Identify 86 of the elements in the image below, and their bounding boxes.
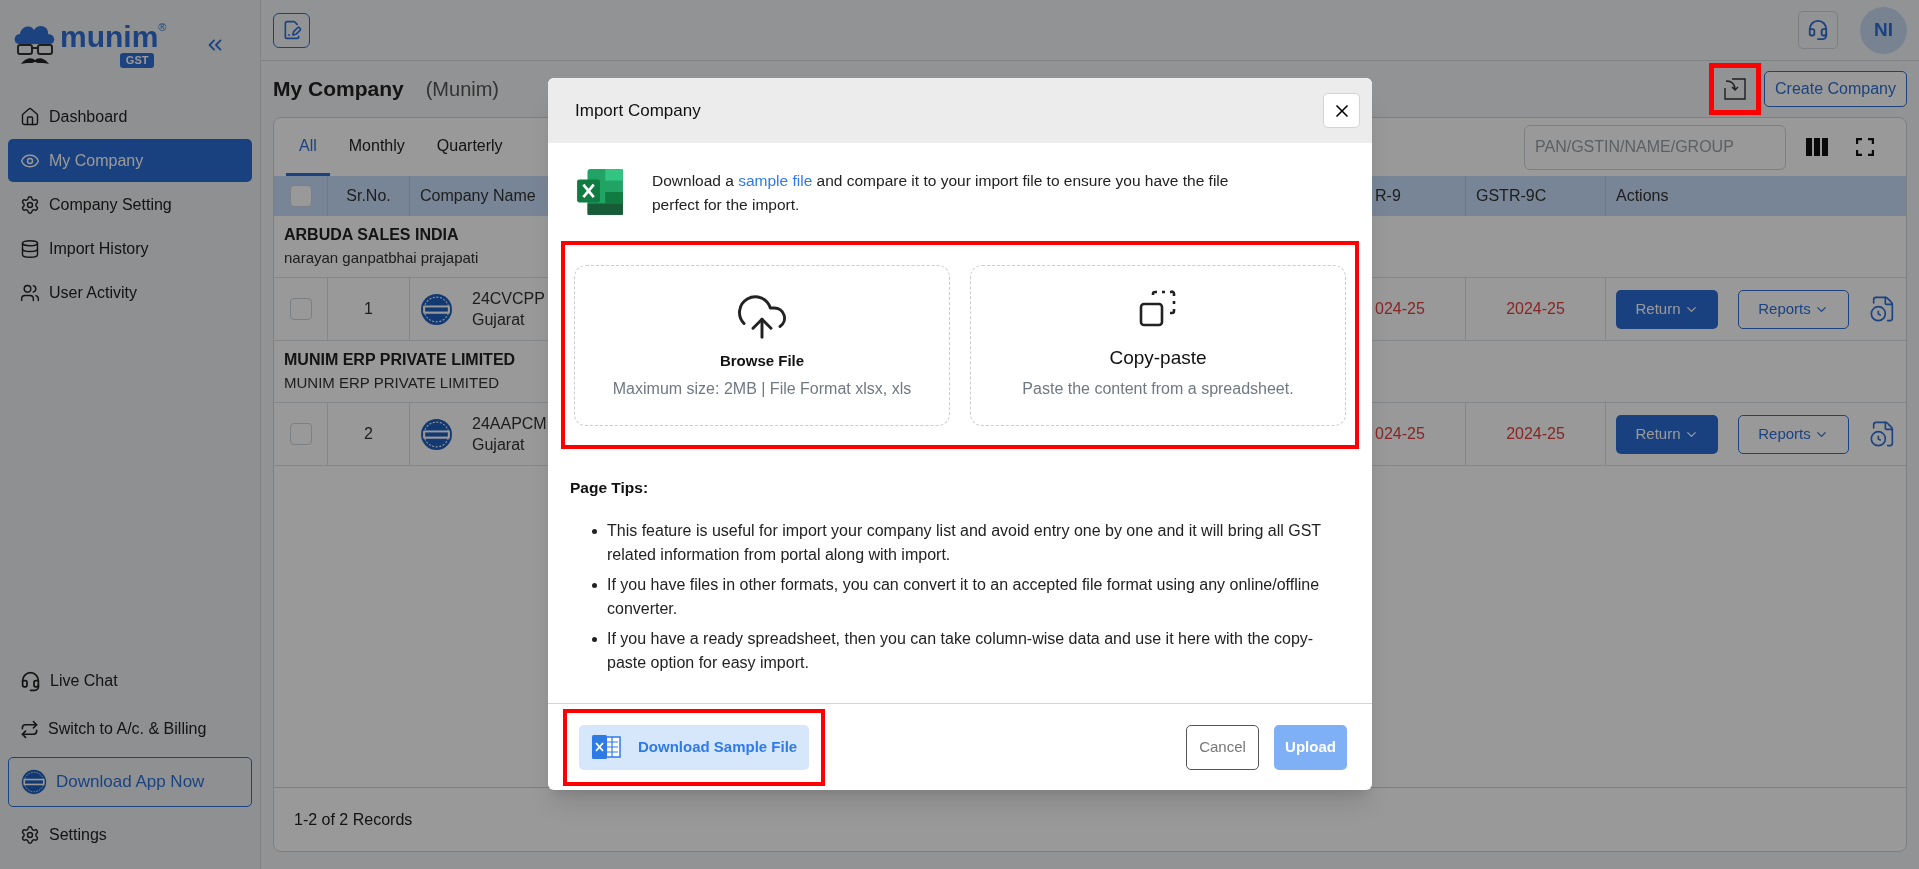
tab[interactable]: Monthly [335,118,418,176]
column-header: Sr.No. [346,186,391,206]
table-cell-text: 024-25 [1375,424,1425,444]
upload-button: Upload [1274,724,1347,770]
intro-text: Download a sample file and compare it to your import file to ensure you have the file perfect for the import. [652,171,1230,215]
table-cell-text: 1 [364,299,373,319]
nav-item[interactable]: User Activity [8,271,252,314]
import-icon [1724,78,1747,100]
page-subtitle: (Munim) [425,77,500,102]
table-cell-text: 24AAPCM [472,414,547,434]
logo-badge: GST [119,53,155,68]
sample-file-link[interactable]: sample file [738,172,813,189]
checkbox[interactable] [289,185,312,207]
sidebar-link[interactable]: Switch to A/c. & Billing [8,709,252,749]
dialog-title: Import Company [575,99,701,122]
users-icon [20,282,40,303]
option-hint: Paste the content from a spreadsheet. [1022,378,1294,399]
table-cell-text: 024-25 [1375,299,1425,319]
nav-item[interactable]: Dashboard [8,95,252,138]
registered-mark: ® [158,22,167,33]
table-cell-text: Gujarat [472,310,526,330]
download-sample-button[interactable]: Download Sample File [579,724,810,770]
page-title: My Company [273,76,404,103]
support-button[interactable] [1798,11,1838,49]
group-name: MUNIM ERP PRIVATE LIMITED [284,350,516,371]
support-agent-icon [1807,19,1829,41]
download-app-button[interactable]: Download App Now [8,757,252,807]
group-owner: narayan ganpatbhai prajapati [284,248,479,269]
group-owner: MUNIM ERP PRIVATE LIMITED [284,373,500,394]
bullet-icon [592,529,597,535]
seal-icon [21,769,47,795]
settings-icon [20,825,40,845]
checkbox[interactable] [289,423,312,445]
nav-item[interactable]: Company Setting [8,183,252,226]
tips-title: Page Tips: [570,478,650,498]
tip-text: If you have files in other formats, you can convert it to an accepted file format using any online/offline converter. [607,575,1321,620]
reports-button[interactable]: Reports [1738,414,1849,454]
table-cell-text: 2024-25 [1506,424,1565,444]
spreadsheet-icon [591,734,621,761]
table-cell-text: 24CVCPP [472,289,545,309]
columns-icon[interactable] [1806,138,1828,156]
copy-icon [1139,290,1177,329]
user-avatar[interactable]: NI [1860,6,1907,54]
bullet-icon [592,583,597,589]
option-hint: Maximum size: 2MB | File Format xlsx, xls [612,378,912,399]
column-header: GSTR-9C [1476,186,1547,206]
option-title: Copy-paste [1109,346,1207,371]
tip-text: This feature is useful for import your company list and avoid entry one by one and it will bring all GST related information from portal along with import. [607,521,1322,566]
support-agent-icon [20,670,41,692]
tip-text: If you have a ready spreadsheet, then you can take column-wise data and use it here with the copy-paste option for easy import. [607,629,1315,674]
checkbox[interactable] [289,298,312,320]
column-header: R-9 [1375,186,1401,206]
database-icon [20,238,40,259]
cancel-button[interactable]: Cancel [1186,724,1259,770]
nav-item[interactable]: My Company [8,139,252,182]
group-name: ARBUDA SALES INDIA [284,225,459,246]
import-option-card[interactable]: Browse File Maximum size: 2MB | File Format xlsx, xls [574,265,950,426]
nav-item[interactable]: Import History [8,227,252,270]
return-button[interactable]: Return [1616,414,1718,454]
close-button[interactable] [1323,93,1360,128]
highlight-frame [1709,63,1762,115]
sidebar-link[interactable]: Live Chat [8,661,252,701]
settings-icon [20,194,40,215]
option-title: Browse File [719,351,805,372]
bullet-icon [592,637,597,643]
table-cell-text: 2 [364,424,373,444]
records-count: 1-2 of 2 Records [294,809,413,830]
home-icon [20,106,40,127]
switch-icon [20,719,39,739]
seal-icon [420,417,453,451]
sidebar-link[interactable]: Settings [8,815,252,855]
notes-button[interactable] [273,12,310,48]
column-header: Company Name [420,186,536,206]
seal-icon [420,292,453,326]
table-cell-text: Gujarat [472,435,526,455]
table-cell-text: 2024-25 [1506,299,1565,319]
logo-wordmark: munim [60,22,159,52]
search-field[interactable]: PAN/GSTIN/NAME/GROUP [1524,124,1786,170]
reports-button[interactable]: Reports [1738,289,1849,329]
import-option-card[interactable]: Copy-paste Paste the content from a spreadsheet. [970,265,1346,426]
return-button[interactable]: Return [1616,289,1718,329]
column-header: Actions [1616,186,1669,206]
create-company-button[interactable]: Create Company [1764,71,1907,107]
spreadsheet-icon [575,167,625,217]
tab[interactable]: Quarterly [423,118,516,176]
fullscreen-icon[interactable] [1856,138,1874,156]
